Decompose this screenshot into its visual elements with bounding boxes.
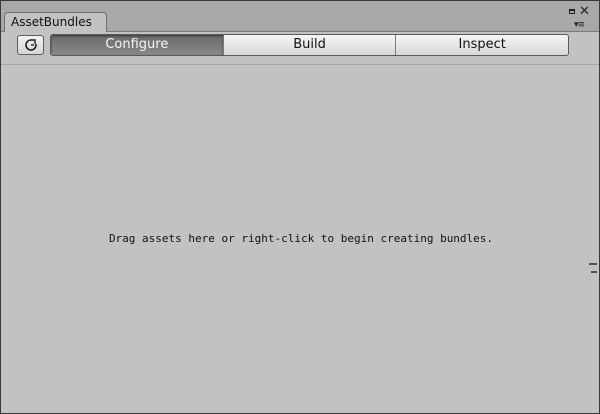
- resize-handle-mark: [591, 271, 597, 273]
- refresh-icon: [24, 39, 37, 51]
- tab-configure[interactable]: Configure: [51, 35, 223, 55]
- menu-icon[interactable]: ▾≡: [574, 21, 585, 30]
- empty-state-hint: Drag assets here or right-click to begin…: [108, 232, 494, 245]
- mode-tab-bar: Configure Build Inspect: [50, 34, 569, 56]
- asset-bundles-window: AssetBundles ✕ ▾≡ Configure Build Inspec…: [0, 0, 600, 414]
- toolbar: Configure Build Inspect: [1, 32, 599, 65]
- tab-build[interactable]: Build: [222, 35, 396, 55]
- tab-inspect[interactable]: Inspect: [395, 35, 568, 55]
- window-controls: ✕ ▾≡: [569, 5, 593, 31]
- window-titlebar: AssetBundles ✕ ▾≡: [1, 1, 599, 32]
- resize-handle-mark: [589, 263, 597, 265]
- refresh-button[interactable]: [17, 35, 44, 55]
- bundle-drop-area[interactable]: Drag assets here or right-click to begin…: [1, 65, 599, 413]
- window-tab-assetbundles[interactable]: AssetBundles: [4, 12, 107, 32]
- close-icon[interactable]: ✕: [579, 5, 590, 18]
- maximize-icon[interactable]: [569, 9, 575, 14]
